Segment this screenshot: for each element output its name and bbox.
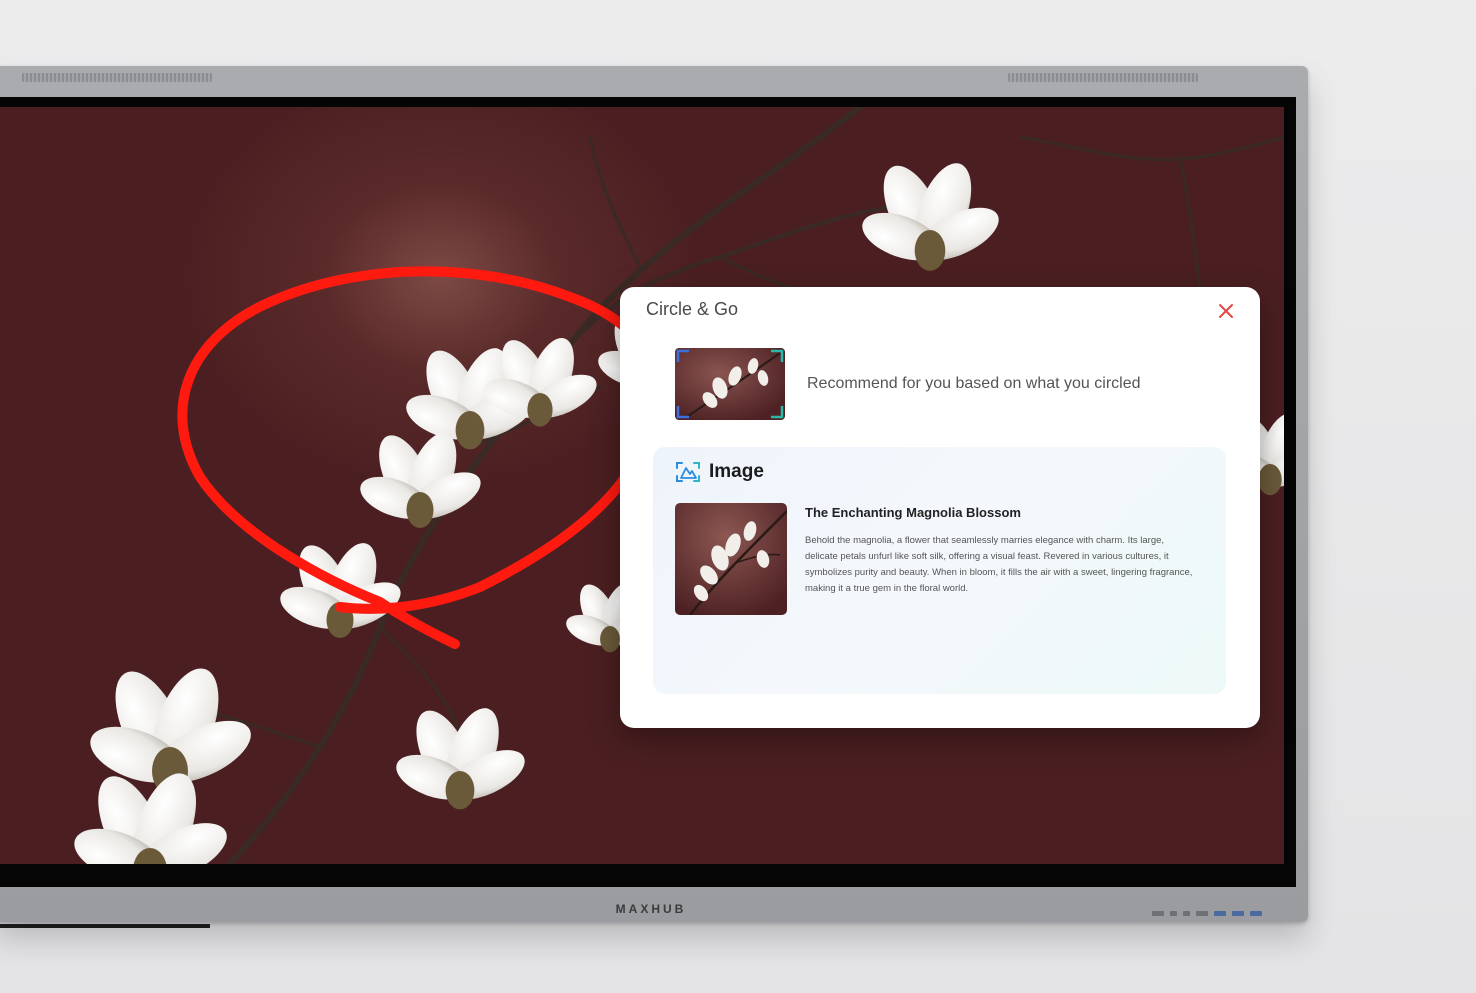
brand-logo: MAXHUB	[615, 902, 687, 916]
close-button[interactable]	[1214, 299, 1238, 323]
recommend-text: Recommend for you based on what you circ…	[807, 375, 1141, 392]
image-search-icon	[676, 462, 700, 482]
result-category-header: Image	[675, 461, 764, 483]
circled-selection-row: Recommend for you based on what you circ…	[675, 347, 1235, 421]
close-icon	[1219, 304, 1233, 318]
speaker-grille-right	[1008, 73, 1198, 82]
circled-selection-thumbnail[interactable]	[675, 348, 785, 420]
image-result-card[interactable]: Image The Enchanting Magnolia Blossom Be…	[653, 447, 1226, 694]
panel-title: Circle & Go	[646, 299, 739, 319]
speaker-grille-left	[22, 73, 212, 82]
result-image-thumbnail[interactable]	[675, 503, 787, 615]
result-category-label: Image	[709, 461, 764, 482]
result-description: Behold the magnolia, a flower that seaml…	[805, 535, 1193, 594]
circle-and-go-panel: Circle & Go Recommend for you based on w…	[620, 287, 1260, 728]
result-title: The Enchanting Magnolia Blossom	[805, 505, 1021, 520]
front-ports	[1152, 911, 1262, 916]
monitor-stand-edge	[0, 924, 210, 928]
